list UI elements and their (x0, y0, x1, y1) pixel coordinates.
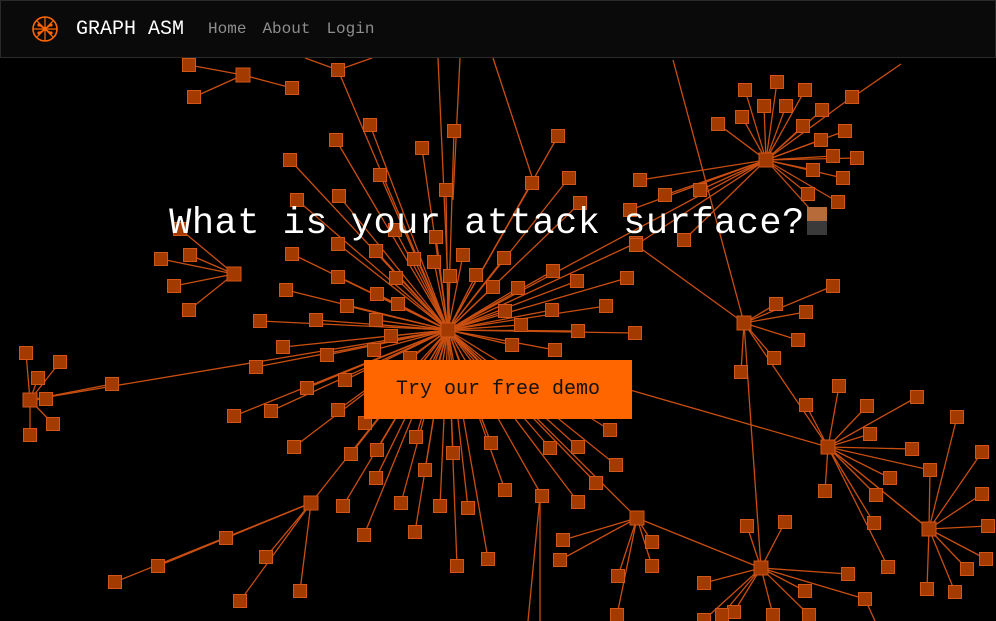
nav-link-login[interactable]: Login (326, 20, 374, 38)
graph-logo-icon (30, 14, 60, 44)
hero-heading-text: What is your attack surface? (169, 203, 805, 245)
brand-name: GRAPH ASM (76, 17, 185, 41)
nav-link-home[interactable]: Home (208, 20, 246, 38)
nav-links: Home About Login (208, 20, 390, 38)
nav-link-about[interactable]: About (262, 20, 310, 38)
try-demo-button[interactable]: Try our free demo (364, 360, 632, 419)
hero-heading: What is your attack surface? (0, 203, 996, 245)
terminal-cursor (806, 207, 827, 236)
network-graph-background (19, 57, 995, 621)
navbar: GRAPH ASM Home About Login (0, 0, 996, 58)
brand-link[interactable]: GRAPH ASM (30, 14, 184, 44)
